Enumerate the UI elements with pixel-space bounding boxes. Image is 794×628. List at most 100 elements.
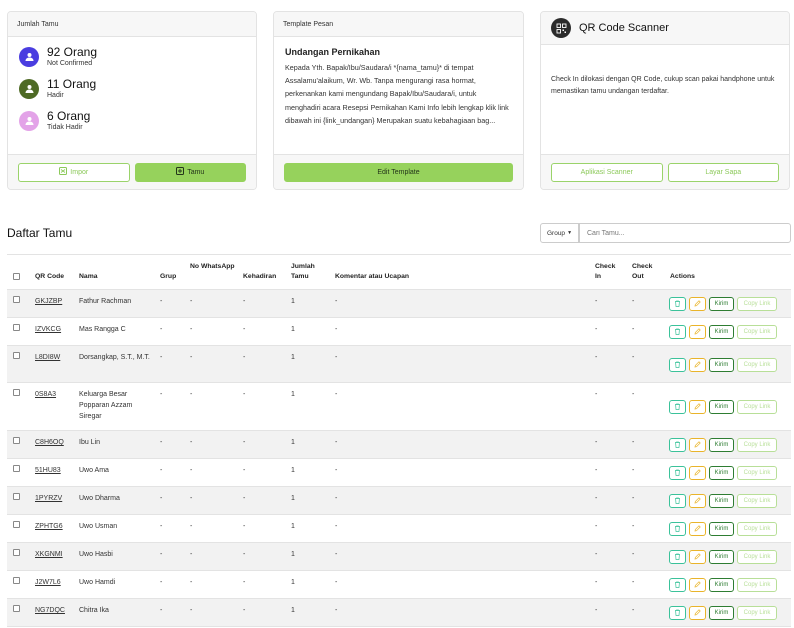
copy-link-button[interactable]: Copy Link — [737, 494, 777, 508]
delete-button[interactable] — [669, 400, 686, 414]
guest-group: - — [160, 326, 163, 333]
qr-scanner-card: QR Code Scanner Check In dilokasi dengan… — [540, 11, 790, 190]
send-button[interactable]: Kirim — [709, 522, 734, 536]
send-button[interactable]: Kirim — [709, 297, 734, 311]
row-checkbox[interactable] — [13, 296, 20, 303]
greeting-screen-button[interactable]: Layar Sapa — [667, 162, 779, 182]
scanner-app-button[interactable]: Aplikasi Scanner — [551, 162, 663, 182]
pencil-icon — [694, 468, 701, 478]
guest-checkin: - — [595, 579, 598, 586]
delete-button[interactable] — [669, 325, 686, 339]
row-checkbox[interactable] — [13, 437, 20, 444]
delete-button[interactable] — [669, 466, 686, 480]
qr-code-link[interactable]: L8DI8W — [35, 352, 60, 363]
send-button[interactable]: Kirim — [709, 550, 734, 564]
edit-button[interactable] — [689, 494, 706, 508]
qr-code-link[interactable]: XKGNMI — [35, 549, 63, 560]
import-button[interactable]: Impor — [18, 162, 130, 182]
row-checkbox[interactable] — [13, 549, 20, 556]
qr-code-link[interactable]: NG7DQC — [35, 605, 65, 616]
table-row: IZVKCG Mas Rangga C - - - 1 - - - Kirim Copy Link — [7, 318, 791, 346]
edit-button[interactable] — [689, 325, 706, 339]
qr-code-link[interactable]: ZPHTG6 — [35, 521, 63, 532]
copy-link-button[interactable]: Copy Link — [737, 297, 777, 311]
guest-group: - — [160, 391, 163, 398]
qr-code-link[interactable]: C8H6OQ — [35, 437, 64, 448]
edit-button[interactable] — [689, 578, 706, 592]
copy-link-button[interactable]: Copy Link — [737, 358, 777, 372]
delete-button[interactable] — [669, 578, 686, 592]
edit-button[interactable] — [689, 522, 706, 536]
delete-button[interactable] — [669, 522, 686, 536]
pencil-icon — [694, 496, 701, 506]
delete-button[interactable] — [669, 494, 686, 508]
edit-button[interactable] — [689, 400, 706, 414]
guest-whatsapp: - — [190, 298, 193, 305]
row-checkbox[interactable] — [13, 465, 20, 472]
send-button[interactable]: Kirim — [709, 466, 734, 480]
copy-link-button[interactable]: Copy Link — [737, 466, 777, 480]
row-checkbox[interactable] — [13, 605, 20, 612]
edit-button[interactable] — [689, 466, 706, 480]
copy-link-button[interactable]: Copy Link — [737, 578, 777, 592]
qr-code-link[interactable]: J2W7L6 — [35, 577, 61, 588]
import-label: Impor — [70, 168, 89, 176]
send-button[interactable]: Kirim — [709, 325, 734, 339]
copy-link-button[interactable]: Copy Link — [737, 438, 777, 452]
qr-code-link[interactable]: 51HU83 — [35, 465, 61, 476]
row-checkbox[interactable] — [13, 577, 20, 584]
copy-link-button[interactable]: Copy Link — [737, 325, 777, 339]
row-checkbox[interactable] — [13, 493, 20, 500]
qr-code-link[interactable]: 0S8A3 — [35, 389, 56, 400]
row-checkbox[interactable] — [13, 324, 20, 331]
guest-checkin: - — [595, 354, 598, 361]
send-button[interactable]: Kirim — [709, 606, 734, 620]
stat-hadir: 11 Orang Hadir — [19, 73, 256, 105]
add-guest-button[interactable]: Tamu — [134, 162, 246, 182]
table-row: C8H6OQ Ibu Lin - - - 1 - - - Kirim Copy Link — [7, 431, 791, 459]
copy-link-button[interactable]: Copy Link — [737, 522, 777, 536]
edit-template-button[interactable]: Edit Template — [284, 162, 513, 182]
edit-button[interactable] — [689, 606, 706, 620]
template-body: Kepada Yth. Bapak/Ibu/Saudara/i *{nama_t… — [285, 63, 509, 125]
plus-square-icon — [176, 167, 185, 177]
copy-link-button[interactable]: Copy Link — [737, 606, 777, 620]
send-button[interactable]: Kirim — [709, 578, 734, 592]
guest-checkin: - — [595, 467, 598, 474]
copy-link-button[interactable]: Copy Link — [737, 550, 777, 564]
users-icon — [19, 79, 39, 99]
edit-button[interactable] — [689, 438, 706, 452]
row-checkbox[interactable] — [13, 389, 20, 396]
send-button[interactable]: Kirim — [709, 358, 734, 372]
guest-checkout: - — [632, 579, 635, 586]
qr-scanner-footer: Aplikasi Scanner Layar Sapa — [541, 154, 789, 189]
guest-comment: - — [335, 551, 338, 558]
delete-button[interactable] — [669, 358, 686, 372]
select-all-checkbox[interactable] — [13, 273, 20, 280]
row-checkbox[interactable] — [13, 352, 20, 359]
send-button[interactable]: Kirim — [709, 400, 734, 414]
delete-button[interactable] — [669, 606, 686, 620]
edit-button[interactable] — [689, 297, 706, 311]
edit-button[interactable] — [689, 358, 706, 372]
send-button[interactable]: Kirim — [709, 438, 734, 452]
search-input[interactable] — [579, 223, 791, 243]
guest-checkin: - — [595, 523, 598, 530]
delete-button[interactable] — [669, 438, 686, 452]
guest-table: QR Code Nama Grup No WhatsApp Kehadiran … — [7, 254, 791, 627]
trash-icon — [674, 469, 681, 478]
qr-code-link[interactable]: IZVKCG — [35, 324, 61, 335]
copy-link-button[interactable]: Copy Link — [737, 400, 777, 414]
group-dropdown[interactable]: Group ▼ — [540, 223, 579, 243]
guest-attendance: - — [243, 326, 246, 333]
send-button[interactable]: Kirim — [709, 494, 734, 508]
row-actions: Kirim Copy Link — [669, 400, 777, 414]
qr-code-link[interactable]: 1PYRZV — [35, 493, 62, 504]
edit-button[interactable] — [689, 550, 706, 564]
delete-button[interactable] — [669, 297, 686, 311]
row-actions: Kirim Copy Link — [669, 358, 777, 372]
row-checkbox[interactable] — [13, 521, 20, 528]
qr-code-link[interactable]: GKJZBP — [35, 296, 62, 307]
trash-icon — [674, 581, 681, 590]
delete-button[interactable] — [669, 550, 686, 564]
